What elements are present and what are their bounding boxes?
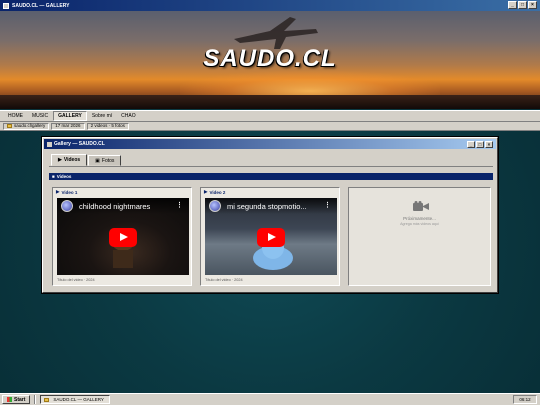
play-button-icon[interactable] — [257, 228, 285, 247]
video-caption: Título del video · 2024 — [57, 278, 95, 282]
start-button[interactable]: Start — [2, 395, 31, 404]
video-title[interactable]: childhood nightmares — [79, 202, 174, 211]
site-logo: SAUDO.CL — [203, 45, 337, 72]
video-caption: Título del video · 2024 — [205, 278, 243, 282]
tab-divider — [49, 166, 493, 167]
count-cell: 2 videos · 5 fotos — [86, 122, 129, 130]
video-player[interactable]: childhood nightmares ⋮ — [57, 198, 189, 275]
nav-music[interactable]: MUSIC — [28, 112, 52, 120]
taskbar-separator — [34, 395, 37, 404]
gallery-maximize-button[interactable]: □ — [476, 141, 484, 148]
gallery-window: Gallery — SAUDO.CL _ □ × ▶ Videos ▣ Foto… — [42, 137, 498, 293]
nav-bye[interactable]: CHAO — [117, 112, 139, 120]
tab-photos[interactable]: ▣ Fotos — [88, 155, 122, 166]
maximize-button[interactable]: □ — [518, 1, 527, 9]
tab-videos[interactable]: ▶ Videos — [51, 154, 88, 166]
video-camera-icon: ▶ — [58, 157, 62, 163]
video-camera-icon: ▶ — [56, 189, 60, 194]
coming-soon-card: Próximamente... Agrega más videos aquí — [348, 187, 491, 286]
video-card: ▶ Video 1 childhood nightmares ⋮ Título … — [52, 187, 192, 286]
taskbar-item-gallery[interactable]: SAUDO.CL — GALLERY — [40, 395, 111, 404]
app-icon — [3, 2, 9, 9]
date-cell: 17 mar 2026 — [51, 122, 85, 130]
coming-soon-hint: Agrega más videos aquí — [400, 222, 439, 226]
start-label: Start — [14, 396, 26, 403]
channel-avatar[interactable] — [61, 200, 73, 212]
gallery-tabs: ▶ Videos ▣ Fotos — [51, 154, 122, 166]
status-bar: saudo.cl\gallery 17 mar 2026 2 videos · … — [0, 122, 540, 131]
minimize-button[interactable]: _ — [508, 1, 517, 9]
video-card: ▶ Video 2 mi segunda stopmotio... ⋮ Títu… — [200, 187, 340, 286]
video-camera-icon — [413, 201, 429, 211]
video-card-title: Video 2 — [209, 189, 226, 195]
more-options-icon[interactable]: ⋮ — [324, 202, 331, 209]
gallery-minimize-button[interactable]: _ — [467, 141, 475, 148]
tab-photos-label: Fotos — [101, 157, 115, 164]
play-button-icon[interactable] — [109, 228, 137, 247]
channel-avatar[interactable] — [209, 200, 221, 212]
nav-gallery[interactable]: GALLERY — [53, 111, 87, 121]
gallery-title: Gallery — SAUDO.CL — [54, 141, 105, 147]
window-title: SAUDO.CL — GALLERY — [12, 2, 70, 9]
video-overlay-bar: childhood nightmares ⋮ — [57, 198, 189, 214]
header-banner: SAUDO.CL — [0, 11, 540, 109]
folder-icon — [44, 397, 50, 402]
system-clock: 06:12 — [513, 395, 537, 404]
nav-about[interactable]: Sobre mí — [88, 112, 116, 120]
nav-home[interactable]: HOME — [4, 112, 27, 120]
video-player[interactable]: mi segunda stopmotio... ⋮ — [205, 198, 337, 275]
video-card-title: Video 1 — [61, 189, 78, 195]
video-title[interactable]: mi segunda stopmotio... — [227, 202, 322, 211]
gallery-app-icon — [47, 141, 52, 147]
window-titlebar[interactable]: SAUDO.CL — GALLERY _ □ × — [0, 0, 540, 11]
path-text: saudo.cl\gallery — [14, 123, 46, 128]
taskbar: Start SAUDO.CL — GALLERY 06:12 — [0, 393, 540, 405]
video-card-header: ▶ Video 1 — [53, 188, 191, 196]
gallery-close-button[interactable]: × — [485, 141, 493, 148]
video-card-header: ▶ Video 2 — [201, 188, 339, 196]
tab-videos-label: Videos — [63, 157, 81, 163]
window-controls: _ □ × — [508, 1, 537, 9]
camera-icon: ▣ — [95, 157, 100, 164]
path-cell: saudo.cl\gallery — [3, 122, 50, 130]
gallery-controls: _ □ × — [467, 141, 493, 148]
video-overlay-bar: mi segunda stopmotio... ⋮ — [205, 198, 337, 214]
section-title: Videos — [56, 174, 72, 179]
windows-logo-icon — [7, 397, 12, 402]
video-camera-icon: ▶ — [204, 189, 208, 194]
coming-soon-label: Próximamente... — [403, 216, 436, 221]
more-options-icon[interactable]: ⋮ — [176, 202, 183, 209]
taskbar-item-label: SAUDO.CL — GALLERY — [53, 397, 104, 402]
horizon — [0, 95, 540, 109]
close-button[interactable]: × — [528, 1, 537, 9]
folder-icon — [7, 124, 12, 128]
section-header: ■ Videos — [49, 173, 493, 180]
nav-menu: HOME MUSIC GALLERY Sobre mí CHAO — [0, 110, 540, 122]
folder-icon: ■ — [52, 174, 55, 179]
gallery-titlebar[interactable]: Gallery — SAUDO.CL — [44, 139, 496, 149]
